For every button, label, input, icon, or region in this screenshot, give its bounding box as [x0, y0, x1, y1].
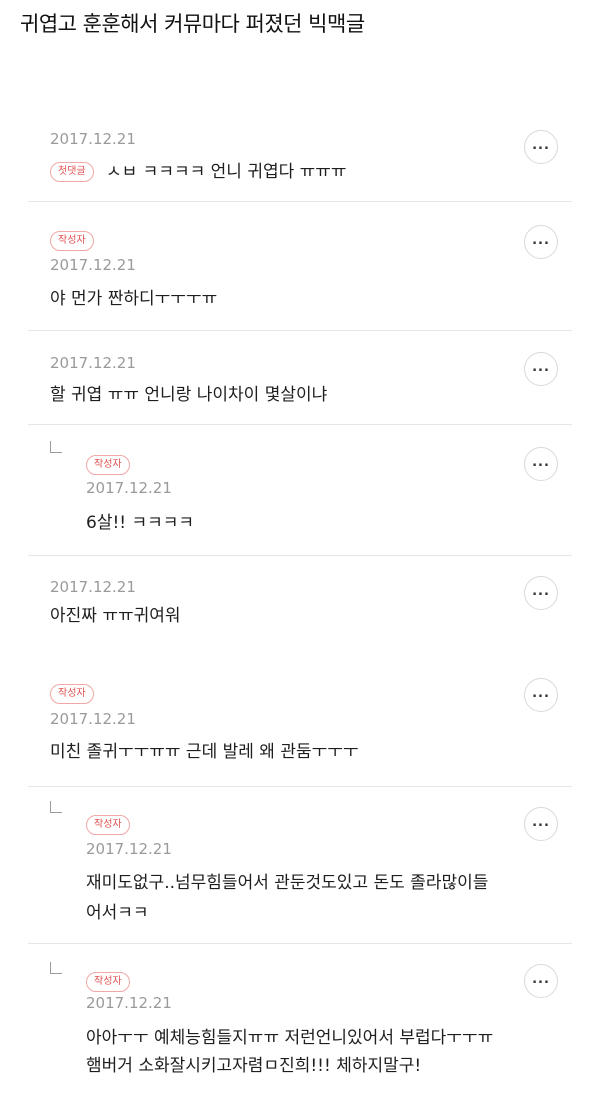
- comment-text: 재미도없구..넘무힘들어서 관둔것도있고 돈도 졸라많이들: [86, 873, 489, 893]
- author-badge: 작성자: [86, 455, 130, 475]
- more-options-button[interactable]: ...: [524, 678, 558, 712]
- more-horizontal-icon: ...: [532, 583, 550, 599]
- reply-item: 작성자 2017.12.21 아아ㅜㅜ 예체능힘들지ㅠㅠ 저런언니있어서 부럽다…: [0, 944, 600, 1094]
- more-options-button[interactable]: ...: [524, 130, 558, 164]
- comment-item: 2017.12.21 할 귀엽 ㅠㅠ 언니랑 나이차이 몇살이냐 ...: [0, 332, 600, 425]
- comment-list: 2017.12.21 첫댓글 ㅅㅂ ㅋㅋㅋㅋ 언니 귀엽다 ㅠㅠㅠ ... 작성…: [0, 0, 600, 1094]
- comment-text: ㅅㅂ ㅋㅋㅋㅋ 언니 귀엽다 ㅠㅠㅠ: [106, 162, 347, 182]
- more-options-button[interactable]: ...: [524, 225, 558, 259]
- comment-item: 작성자 2017.12.21 야 먼가 짠하디ㅜㅜㅜㅠ ...: [0, 203, 600, 331]
- reply-arrow-icon: [50, 962, 62, 974]
- divider: [28, 330, 572, 331]
- comment-date: 2017.12.21: [50, 354, 136, 372]
- comment-date: 2017.12.21: [86, 994, 172, 1012]
- comment-text: 6살!! ㅋㅋㅋㅋ: [86, 513, 195, 533]
- comment-text: 할 귀엽 ㅠㅠ 언니랑 나이차이 몇살이냐: [50, 385, 328, 405]
- comment-text-line2: 어서ㅋㅋ: [86, 903, 149, 923]
- comment-date: 2017.12.21: [50, 130, 136, 148]
- more-horizontal-icon: ...: [532, 454, 550, 470]
- more-horizontal-icon: ...: [532, 685, 550, 701]
- reply-item: 작성자 2017.12.21 6살!! ㅋㅋㅋㅋ ...: [0, 425, 600, 556]
- comment-date: 2017.12.21: [86, 479, 172, 497]
- comment-text: 미친 졸귀ㅜㅜㅠㅠ 근데 발레 왜 관둠ㅜㅜㅜ: [50, 742, 359, 762]
- comment-item: 작성자 2017.12.21 미친 졸귀ㅜㅜㅠㅠ 근데 발레 왜 관둠ㅜㅜㅜ .…: [0, 660, 600, 787]
- author-badge: 작성자: [50, 231, 94, 251]
- comment-date: 2017.12.21: [50, 256, 136, 274]
- more-options-button[interactable]: ...: [524, 964, 558, 998]
- comment-text: 야 먼가 짠하디ㅜㅜㅜㅠ: [50, 289, 218, 309]
- reply-arrow-icon: [50, 801, 62, 813]
- author-badge: 작성자: [86, 815, 130, 835]
- comment-text: 아아ㅜㅜ 예체능힘들지ㅠㅠ 저런언니있어서 부럽다ㅜㅜㅠ: [86, 1028, 494, 1048]
- comment-date: 2017.12.21: [50, 710, 136, 728]
- more-horizontal-icon: ...: [532, 971, 550, 987]
- comment-date: 2017.12.21: [86, 840, 172, 858]
- more-options-button[interactable]: ...: [524, 807, 558, 841]
- comment-text-line2: 햄버거 소화잘시키고자렴ㅁ진희!!! 체하지말구!: [86, 1056, 422, 1076]
- more-horizontal-icon: ...: [532, 814, 550, 830]
- more-options-button[interactable]: ...: [524, 352, 558, 386]
- first-comment-badge: 첫댓글: [50, 162, 94, 182]
- divider: [28, 201, 572, 202]
- reply-arrow-icon: [50, 441, 62, 453]
- more-horizontal-icon: ...: [532, 232, 550, 248]
- comment-item: 2017.12.21 첫댓글 ㅅㅂ ㅋㅋㅋㅋ 언니 귀엽다 ㅠㅠㅠ ...: [0, 120, 600, 202]
- more-options-button[interactable]: ...: [524, 576, 558, 610]
- more-horizontal-icon: ...: [532, 359, 550, 375]
- more-options-button[interactable]: ...: [524, 447, 558, 481]
- reply-item: 작성자 2017.12.21 재미도없구..넘무힘들어서 관둔것도있고 돈도 졸…: [0, 787, 600, 944]
- author-badge: 작성자: [86, 972, 130, 992]
- author-badge: 작성자: [50, 684, 94, 704]
- comment-text: 아진짜 ㅠㅠ귀여워: [50, 606, 181, 626]
- more-horizontal-icon: ...: [532, 137, 550, 153]
- comment-date: 2017.12.21: [50, 578, 136, 596]
- comment-item: 2017.12.21 아진짜 ㅠㅠ귀여워 ...: [0, 556, 600, 660]
